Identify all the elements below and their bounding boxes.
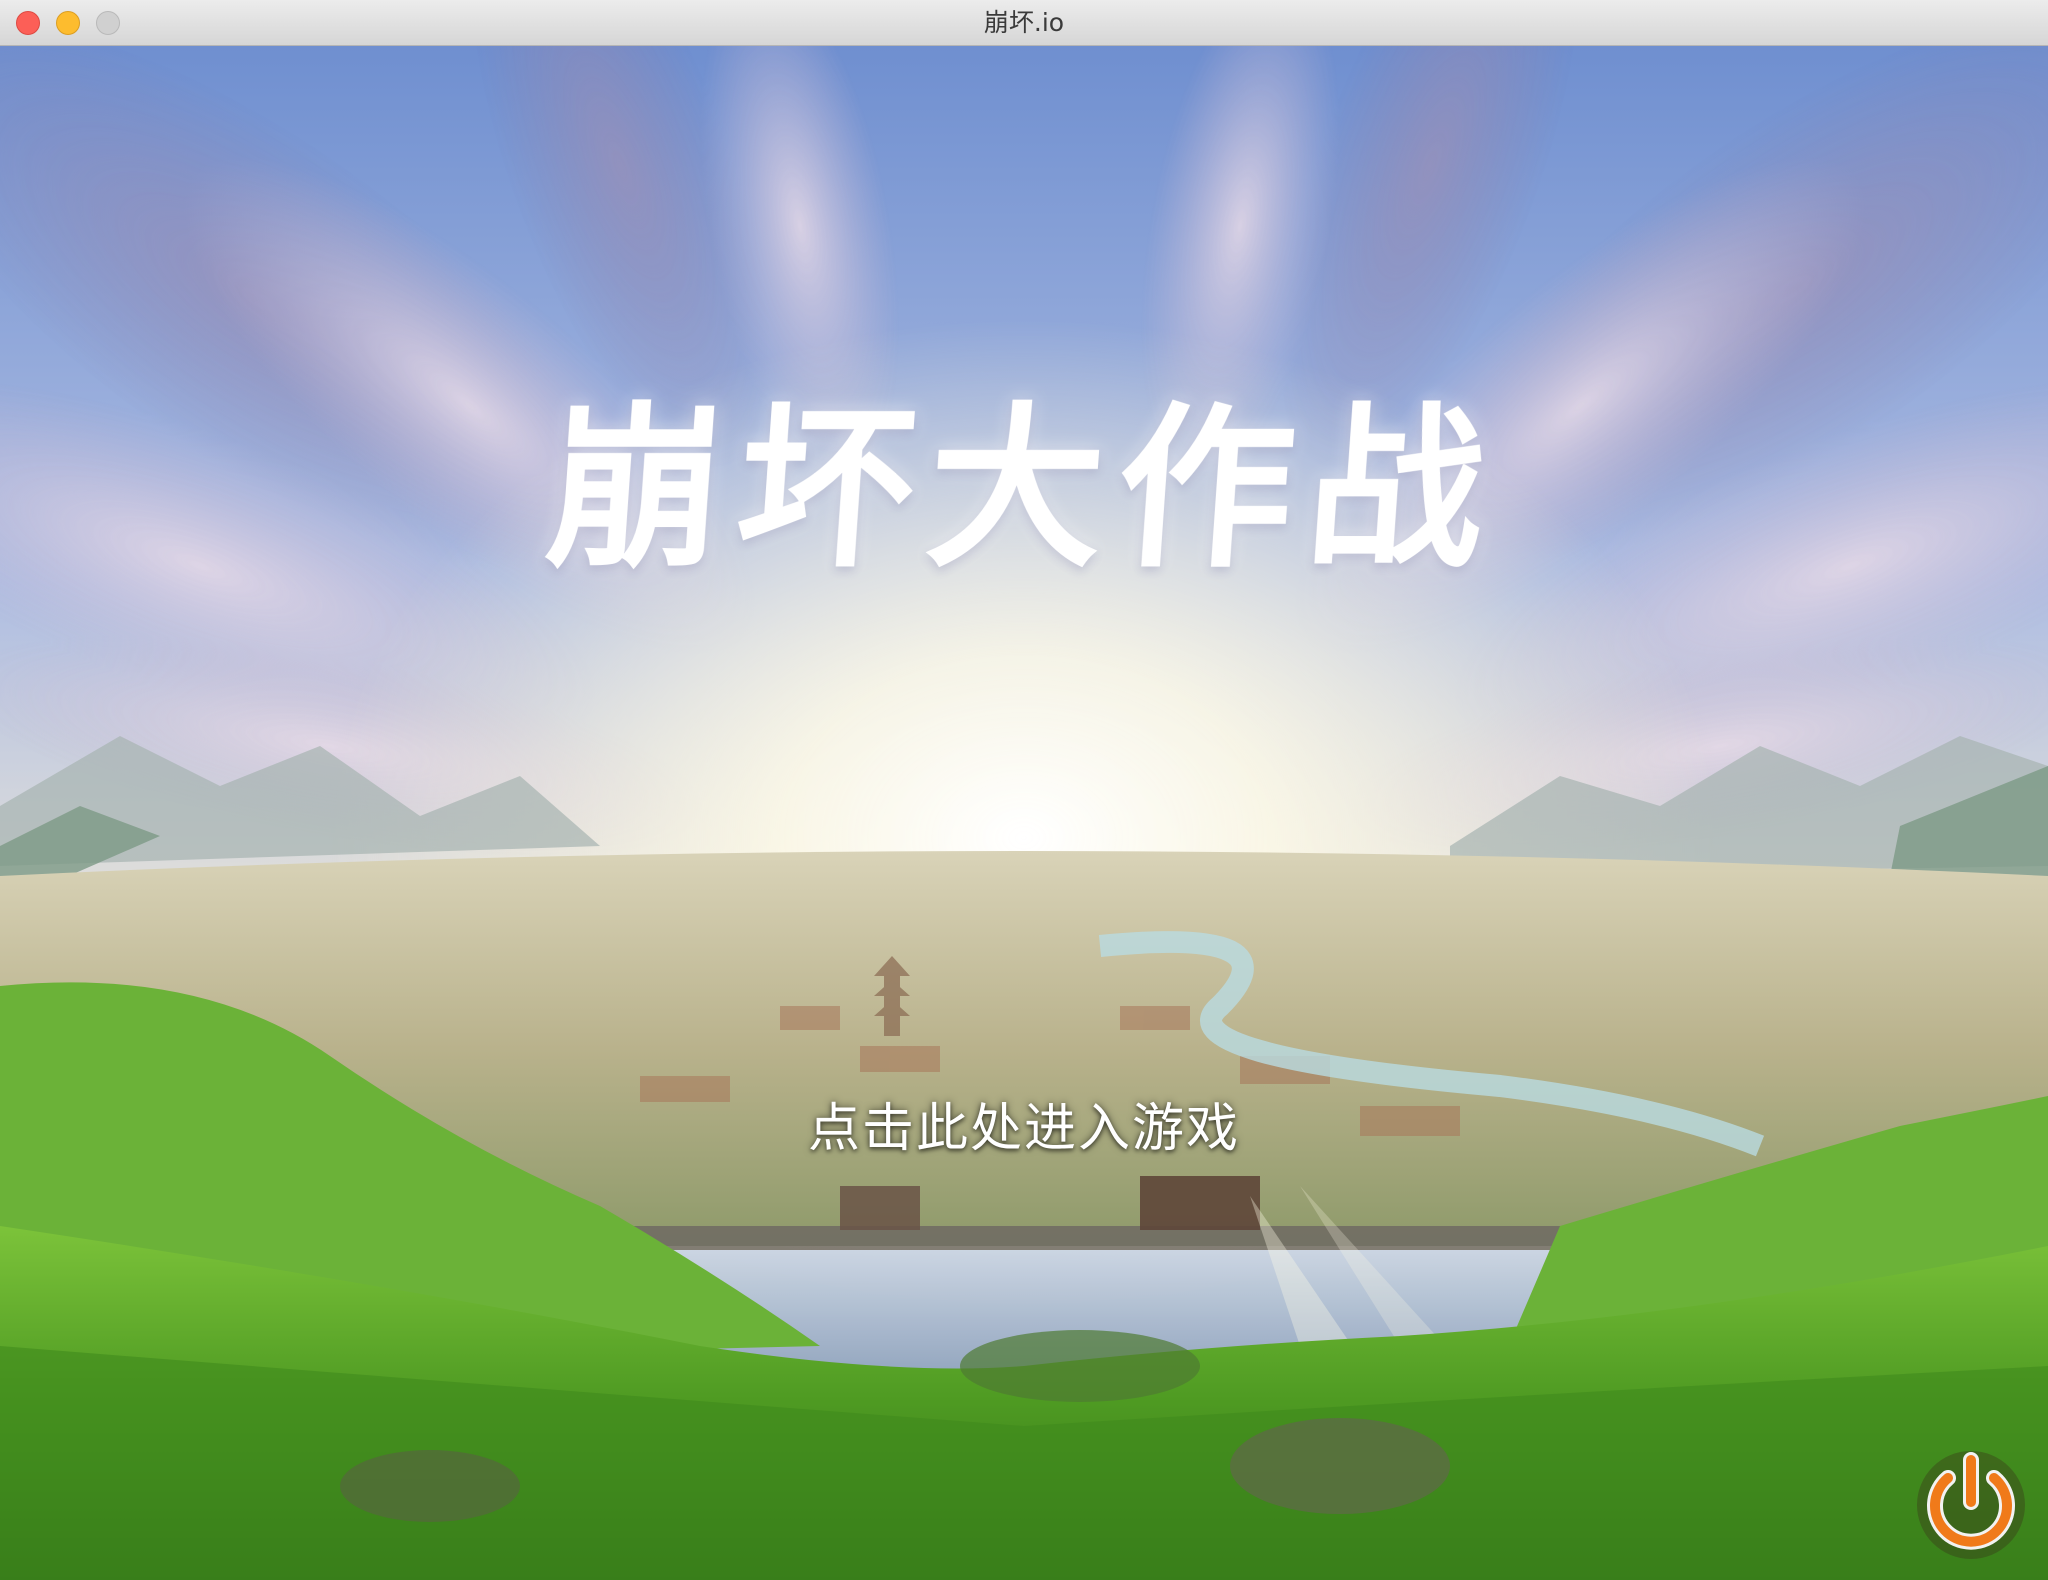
game-canvas[interactable]: 崩坏大作战 点击此处进入游戏 xyxy=(0,46,2048,1580)
game-title: 崩坏大作战 xyxy=(540,387,1506,592)
app-window: 崩坏.io 崩坏大作战 点击此处进入游戏 xyxy=(0,0,2048,1580)
background-landscape xyxy=(0,46,2048,1580)
power-icon[interactable] xyxy=(1912,1446,2030,1564)
enter-game-prompt[interactable]: 点击此处进入游戏 xyxy=(0,1086,2048,1161)
window-title: 崩坏.io xyxy=(983,8,1065,37)
title-bar[interactable]: 崩坏.io xyxy=(0,0,2048,46)
